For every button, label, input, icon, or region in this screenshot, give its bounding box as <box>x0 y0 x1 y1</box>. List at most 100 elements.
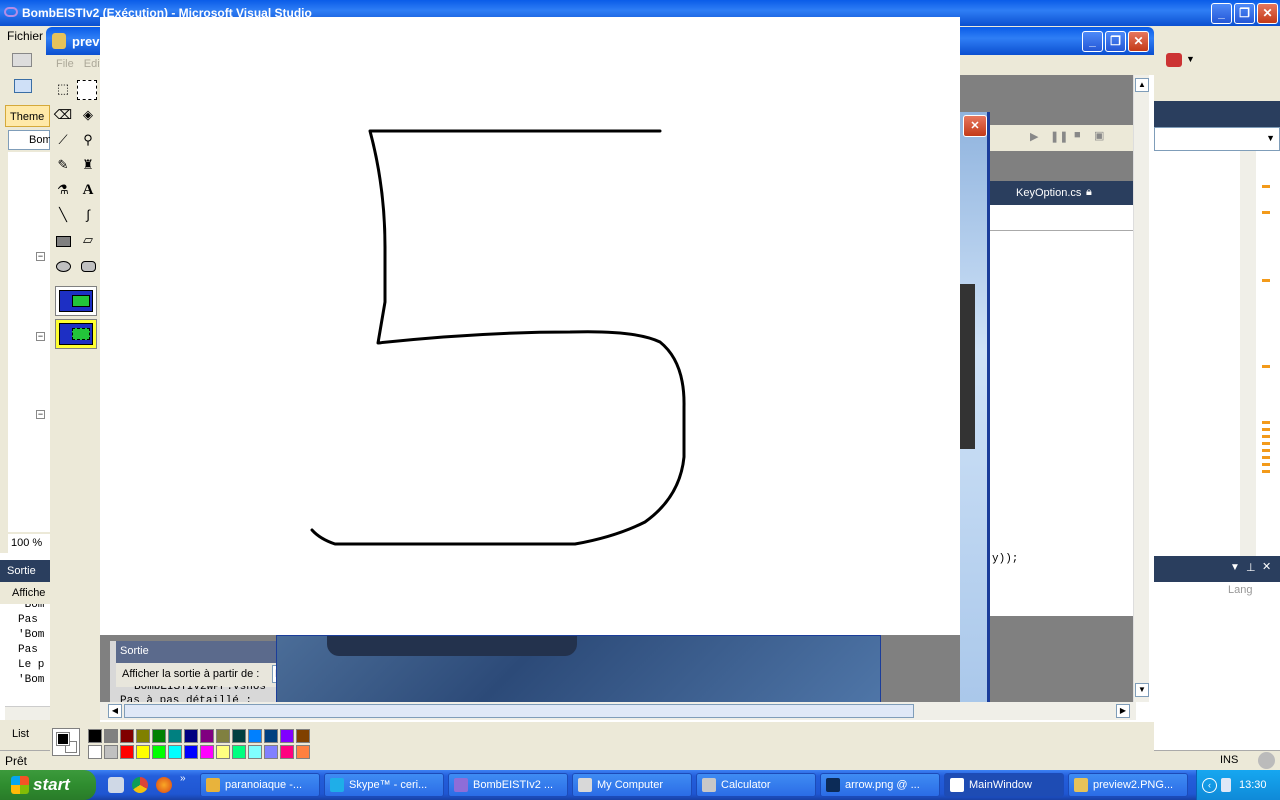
tray-icon[interactable] <box>1221 778 1231 792</box>
palette-swatch[interactable] <box>120 729 134 743</box>
vs-right-dropdown[interactable]: ▼ <box>1154 127 1280 151</box>
rectangle-icon[interactable] <box>56 236 71 247</box>
palette-swatch[interactable] <box>280 729 294 743</box>
paint-drawing-canvas[interactable] <box>100 17 960 635</box>
tab-list[interactable]: List <box>12 728 29 740</box>
draw-mode-transparent[interactable] <box>55 319 97 349</box>
collapse-icon[interactable]: − <box>36 252 45 261</box>
collapse-icon[interactable]: − <box>36 332 45 341</box>
chevron-down-icon[interactable]: ▼ <box>1230 562 1240 573</box>
scroll-up-icon[interactable]: ▲ <box>1135 78 1149 92</box>
fill-icon[interactable]: ◈ <box>77 104 99 126</box>
vs-menu-file[interactable]: Fichier <box>7 29 43 43</box>
palette-swatch[interactable] <box>248 745 262 759</box>
palette-swatch[interactable] <box>104 729 118 743</box>
text-icon[interactable]: A <box>77 179 99 201</box>
palette-swatch[interactable] <box>168 745 182 759</box>
paint-hscroll[interactable]: ◀ ▶ <box>100 702 1136 720</box>
palette-swatch[interactable] <box>152 729 166 743</box>
collapse-icon[interactable]: − <box>36 410 45 419</box>
palette-swatch[interactable] <box>184 729 198 743</box>
vs-toolbar-icon[interactable] <box>12 53 32 67</box>
taskbar-item[interactable]: arrow.png @ ... <box>820 773 940 797</box>
palette-swatch[interactable] <box>232 745 246 759</box>
paint-maximize-button[interactable]: ❐ <box>1105 31 1126 52</box>
curve-icon[interactable]: ∫ <box>77 204 99 226</box>
tray-expand-icon[interactable]: ‹ <box>1202 778 1217 793</box>
palette-swatch[interactable] <box>296 745 310 759</box>
tab-theme[interactable]: Theme <box>5 105 50 127</box>
vs-toolbar-icon[interactable] <box>14 79 32 93</box>
palette-swatch[interactable] <box>296 729 310 743</box>
paint-vscroll[interactable]: ▲ ▼ <box>1133 75 1149 702</box>
rect-select-icon[interactable] <box>77 80 97 100</box>
taskbar-item[interactable]: Skype™ - ceri... <box>324 773 444 797</box>
chevron-down-icon[interactable]: ▼ <box>1186 54 1195 64</box>
palette-swatch[interactable] <box>232 729 246 743</box>
vs-right-scrollbar[interactable] <box>1240 151 1256 556</box>
quicklaunch-more-icon[interactable]: » <box>180 773 186 784</box>
line-icon[interactable]: ╲ <box>52 204 74 226</box>
palette-swatch[interactable] <box>280 745 294 759</box>
palette-swatch[interactable] <box>88 745 102 759</box>
stop-icon[interactable]: ■ <box>1074 129 1081 141</box>
vs-file-combo[interactable]: Bom <box>8 130 52 150</box>
palette-swatch[interactable] <box>200 729 214 743</box>
palette-swatch[interactable] <box>264 745 278 759</box>
draw-mode-opaque[interactable] <box>55 286 97 316</box>
ellipse-icon[interactable] <box>56 261 71 272</box>
continue-icon[interactable]: ▶ <box>1030 130 1038 143</box>
pin-icon[interactable]: ⊥ <box>1246 561 1256 574</box>
scroll-left-icon[interactable]: ◀ <box>108 704 122 718</box>
mainwindow-close-button[interactable]: ✕ <box>963 115 987 137</box>
palette-swatch[interactable] <box>216 729 230 743</box>
vs-output-hscroll[interactable] <box>5 706 50 720</box>
palette-swatch[interactable] <box>216 745 230 759</box>
scroll-right-icon[interactable]: ▶ <box>1116 704 1130 718</box>
rounded-rect-icon[interactable] <box>81 261 96 272</box>
quicklaunch-chrome-icon[interactable] <box>132 777 148 793</box>
scroll-down-icon[interactable]: ▼ <box>1135 683 1149 697</box>
palette-swatch[interactable] <box>88 729 102 743</box>
restart-icon[interactable]: ▣ <box>1094 129 1104 142</box>
pause-icon[interactable]: ❚❚ <box>1050 130 1068 143</box>
vs-minimize-button[interactable]: _ <box>1211 3 1232 24</box>
zoom-control[interactable]: 100 % <box>8 534 50 554</box>
paint-minimize-button[interactable]: _ <box>1082 31 1103 52</box>
palette-swatch[interactable] <box>200 745 214 759</box>
polygon-icon[interactable]: ▱ <box>77 229 99 251</box>
tab-keyoption[interactable]: KeyOption.cs <box>1016 187 1081 199</box>
palette-swatch[interactable] <box>168 729 182 743</box>
palette-swatch[interactable] <box>152 745 166 759</box>
taskbar-item[interactable]: Calculator <box>696 773 816 797</box>
airbrush-icon[interactable]: ⚗ <box>52 179 74 201</box>
palette-swatch[interactable] <box>120 745 134 759</box>
vs-maximize-button[interactable]: ❐ <box>1234 3 1255 24</box>
palette-swatch[interactable] <box>264 729 278 743</box>
brush-icon[interactable]: ♜ <box>77 154 99 176</box>
current-colors[interactable] <box>52 728 80 756</box>
free-select-icon[interactable]: ⬚ <box>52 78 74 100</box>
eraser-icon[interactable]: ⌫ <box>52 104 74 126</box>
vs-inner-combo[interactable] <box>990 205 1136 231</box>
menu-file[interactable]: File <box>56 58 74 70</box>
taskbar-item[interactable]: paranoiaque -... <box>200 773 320 797</box>
quicklaunch-desktop-icon[interactable] <box>108 777 124 793</box>
quicklaunch-firefox-icon[interactable] <box>156 777 172 793</box>
palette-swatch[interactable] <box>136 729 150 743</box>
palette-swatch[interactable] <box>136 745 150 759</box>
taskbar-item[interactable]: MainWindow <box>944 773 1064 797</box>
vs-debug-icon[interactable] <box>1166 53 1182 67</box>
taskbar-item[interactable]: BombEISTIv2 ... <box>448 773 568 797</box>
close-icon[interactable]: ✕ <box>1262 560 1271 573</box>
pick-color-icon[interactable]: ⟋ <box>52 129 74 151</box>
pencil-icon[interactable]: ✎ <box>52 154 74 176</box>
palette-swatch[interactable] <box>184 745 198 759</box>
paint-close-button[interactable]: ✕ <box>1128 31 1149 52</box>
magnifier-icon[interactable]: ⚲ <box>77 129 99 151</box>
taskbar-item[interactable]: My Computer <box>572 773 692 797</box>
palette-swatch[interactable] <box>248 729 262 743</box>
palette-swatch[interactable] <box>104 745 118 759</box>
vs-close-button[interactable]: ✕ <box>1257 3 1278 24</box>
hscroll-thumb[interactable] <box>124 704 914 718</box>
